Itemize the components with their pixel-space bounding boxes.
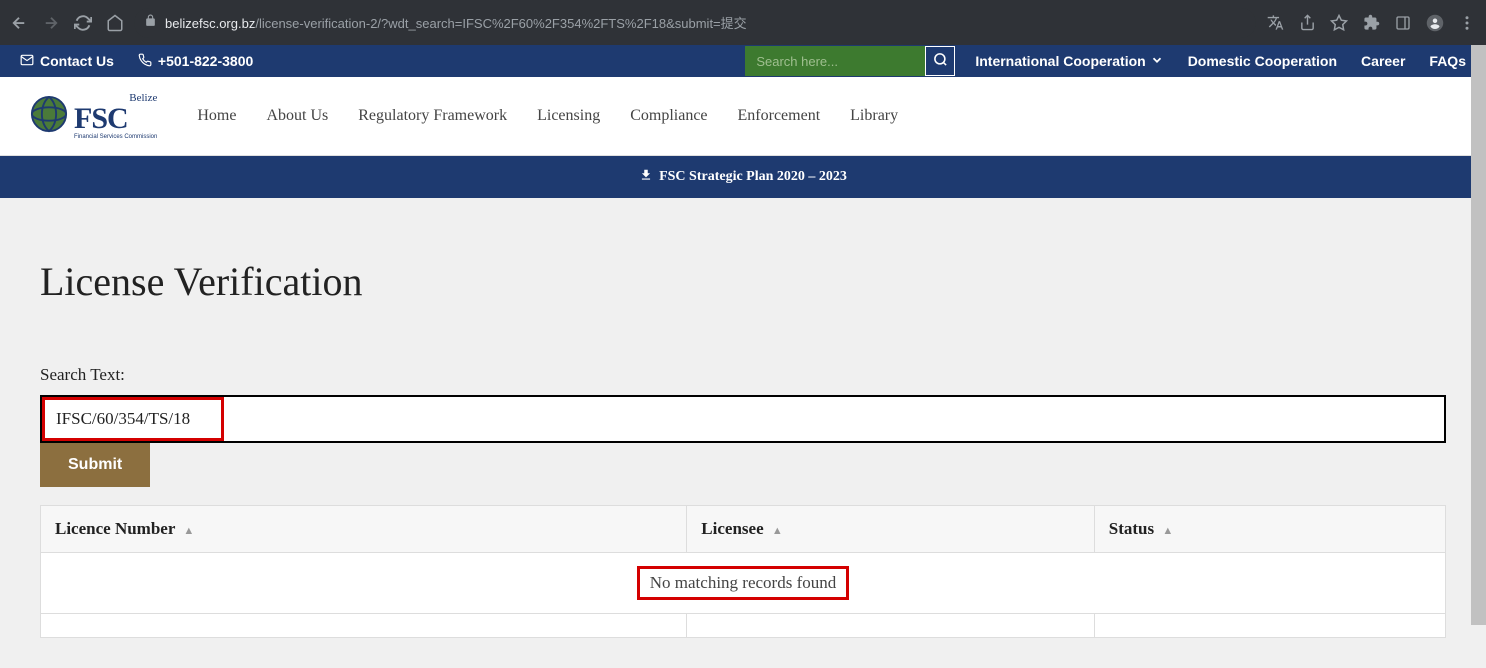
search-text-label: Search Text: — [40, 365, 1446, 385]
logo[interactable]: Belize FSC Financial Services Commission — [30, 93, 157, 140]
star-icon[interactable] — [1330, 14, 1348, 32]
results-table: Licence Number ▲ Licensee ▲ Status ▲ — [40, 505, 1446, 638]
scrollbar-thumb[interactable] — [1471, 45, 1486, 625]
phone-icon — [138, 53, 152, 70]
table-row — [41, 614, 1446, 638]
submit-button[interactable]: Submit — [40, 443, 150, 487]
site-search-input[interactable] — [745, 46, 925, 76]
nav-faqs[interactable]: FAQs — [1429, 53, 1466, 69]
browser-nav-buttons — [10, 14, 124, 32]
nav-international-cooperation[interactable]: International Cooperation — [975, 53, 1163, 70]
browser-right-icons — [1266, 14, 1476, 32]
nav-career[interactable]: Career — [1361, 53, 1405, 69]
extensions-icon[interactable] — [1362, 14, 1380, 32]
contact-us-link[interactable]: Contact Us — [20, 53, 114, 70]
home-icon[interactable] — [106, 14, 124, 32]
nav-label: Career — [1361, 53, 1405, 69]
nav-compliance[interactable]: Compliance — [630, 107, 707, 125]
nav-home[interactable]: Home — [197, 107, 236, 125]
nav-label: Domestic Cooperation — [1188, 53, 1337, 69]
column-label: Licensee — [701, 519, 763, 538]
column-label: Status — [1109, 519, 1154, 538]
site-search-button[interactable] — [925, 46, 955, 76]
sort-asc-icon: ▲ — [183, 525, 194, 537]
column-label: Licence Number — [55, 519, 175, 538]
profile-icon[interactable] — [1426, 14, 1444, 32]
contact-us-label: Contact Us — [40, 53, 114, 69]
nav-library[interactable]: Library — [850, 107, 898, 125]
nav-regulatory[interactable]: Regulatory Framework — [358, 107, 507, 125]
back-icon[interactable] — [10, 14, 28, 32]
nav-domestic-cooperation[interactable]: Domestic Cooperation — [1188, 53, 1337, 69]
license-search-input[interactable] — [40, 395, 1446, 443]
column-status[interactable]: Status ▲ — [1094, 506, 1445, 553]
logo-globe-icon — [30, 95, 68, 138]
scrollbar[interactable] — [1471, 45, 1486, 657]
phone-link[interactable]: +501-822-3800 — [138, 53, 253, 70]
chevron-down-icon — [1150, 53, 1164, 70]
nav-label: FAQs — [1429, 53, 1466, 69]
main-nav: Belize FSC Financial Services Commission… — [0, 77, 1486, 156]
search-icon — [933, 52, 948, 70]
download-icon — [639, 168, 653, 187]
nav-enforcement[interactable]: Enforcement — [738, 107, 821, 125]
panel-icon[interactable] — [1394, 14, 1412, 32]
lock-icon — [144, 14, 157, 32]
topbar: Contact Us +501-822-3800 International C… — [0, 45, 1486, 77]
nav-licensing[interactable]: Licensing — [537, 107, 600, 125]
url-bar[interactable]: belizefsc.org.bz/license-verification-2/… — [134, 8, 1256, 38]
no-records-text: No matching records found — [650, 573, 836, 592]
browser-chrome: belizefsc.org.bz/license-verification-2/… — [0, 0, 1486, 45]
column-licensee[interactable]: Licensee ▲ — [687, 506, 1094, 553]
translate-icon[interactable] — [1266, 14, 1284, 32]
page-title: License Verification — [40, 258, 1446, 305]
reload-icon[interactable] — [74, 14, 92, 32]
column-licence-number[interactable]: Licence Number ▲ — [41, 506, 687, 553]
sort-asc-icon: ▲ — [772, 525, 783, 537]
menu-icon[interactable] — [1458, 14, 1476, 32]
forward-icon[interactable] — [42, 14, 60, 32]
strategic-plan-banner[interactable]: FSC Strategic Plan 2020 – 2023 — [0, 156, 1486, 198]
site-search — [745, 46, 955, 76]
sort-asc-icon: ▲ — [1162, 525, 1173, 537]
envelope-icon — [20, 53, 34, 70]
no-records-row: No matching records found — [41, 553, 1446, 614]
share-icon[interactable] — [1298, 14, 1316, 32]
logo-fsc-text: FSC — [74, 104, 157, 134]
annotation-highlight: No matching records found — [637, 566, 849, 600]
nav-about[interactable]: About Us — [266, 107, 328, 125]
logo-belize-text: Belize — [129, 93, 157, 104]
nav-label: International Cooperation — [975, 53, 1145, 69]
phone-number: +501-822-3800 — [158, 53, 253, 69]
url-text: belizefsc.org.bz/license-verification-2/… — [165, 13, 747, 32]
banner-text: FSC Strategic Plan 2020 – 2023 — [659, 169, 847, 185]
logo-subtitle: Financial Services Commission — [74, 134, 157, 140]
page-content: License Verification Search Text: Submit… — [0, 198, 1486, 668]
